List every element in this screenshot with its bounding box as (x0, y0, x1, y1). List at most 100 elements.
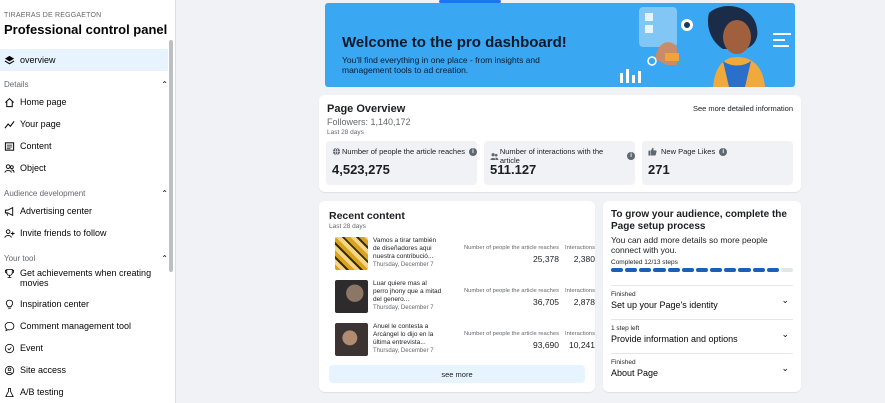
progress-segment (710, 268, 723, 272)
step-label: Provide information and options (611, 334, 738, 344)
chevron-down-icon[interactable]: ⌄ (781, 295, 789, 306)
metric-value: 271 (648, 162, 670, 177)
sidebar-item-comment-management[interactable]: Comment management tool (0, 315, 168, 337)
home-icon (4, 97, 15, 108)
section-label: Details (4, 80, 29, 89)
setup-progress-label: Completed 12/13 steps (611, 259, 678, 266)
sidebar-item-event[interactable]: Event (0, 337, 168, 359)
metric-reach[interactable]: Number of people the article reaches i 4… (326, 141, 477, 185)
section-label: Your tool (4, 254, 36, 263)
chevron-up-icon: ⌃ (161, 80, 168, 89)
sidebar-item-label: Invite friends to follow (20, 228, 107, 238)
interactions-value: 2,380 (573, 254, 595, 264)
chevron-down-icon[interactable]: ⌄ (781, 329, 789, 340)
sidebar-item-home-page[interactable]: Home page (0, 91, 168, 113)
sidebar-item-advertising-center[interactable]: Advertising center (0, 200, 168, 222)
date-range: Last 28 days (327, 129, 364, 136)
progress-segment (738, 268, 751, 272)
progress-segment (724, 268, 737, 272)
page-overview-title: Page Overview (327, 103, 406, 115)
setup-title: To grow your audience, complete the Page… (611, 209, 787, 232)
section-label: Audience development (4, 189, 86, 198)
interactions-value: 2,878 (573, 297, 595, 307)
sidebar-item-label: Home page (20, 97, 67, 107)
post-thumbnail (335, 280, 368, 313)
bulb-icon (4, 299, 15, 310)
page-name: TIRAERAS DE REGGAETON (4, 12, 102, 19)
sidebar-item-label: Advertising center (20, 206, 93, 216)
sidebar-item-label: Site access (20, 365, 67, 375)
banner-illustration (620, 6, 791, 87)
progress-segment (667, 268, 680, 272)
post-date: Thursday, December 7 (373, 305, 434, 311)
see-more-details-link[interactable]: See more detailed information (693, 104, 793, 113)
see-more-button[interactable]: see more (329, 365, 585, 383)
chevron-up-icon: ⌃ (161, 189, 168, 198)
content-row[interactable]: Luar quiere mas al perro jhony que a mit… (335, 280, 595, 314)
content-row[interactable]: Vamos a tirar también de diseñadores aqu… (335, 237, 595, 271)
content-row[interactable]: Anuel le contesta a Arcángel lo dijo en … (335, 323, 595, 357)
progress-segment (695, 268, 709, 272)
sidebar-item-inspiration-center[interactable]: Inspiration center (0, 293, 168, 315)
flask-icon (4, 387, 15, 398)
interactions-value: 10,241 (569, 340, 595, 350)
info-icon[interactable]: i (719, 147, 728, 156)
interactions-label: Interactions (565, 331, 595, 337)
progress-segment (611, 268, 624, 272)
progress-segment (653, 268, 666, 272)
sidebar-item-label: overview (20, 55, 56, 65)
setup-progress-bar (611, 268, 794, 273)
section-audience-header[interactable]: Audience development ⌃ (4, 189, 168, 198)
globe-icon (332, 147, 341, 156)
metric-new-likes[interactable]: New Page Likes i 271 (642, 141, 793, 185)
interactions-label: Interactions (565, 288, 595, 294)
sidebar: TIRAERAS DE REGGAETON Professional contr… (0, 0, 176, 403)
sidebar-title: Professional control panel (4, 22, 168, 37)
chevron-down-icon[interactable]: ⌄ (781, 363, 789, 374)
setup-step[interactable]: Finished Set up your Page's identity ⌄ (611, 285, 793, 315)
setup-step[interactable]: 1 step left Provide information and opti… (611, 319, 793, 349)
people-icon (4, 163, 15, 174)
trend-icon (4, 119, 15, 130)
info-icon[interactable]: i (627, 152, 635, 160)
info-icon[interactable]: i (469, 147, 477, 156)
sidebar-item-site-access[interactable]: Site access (0, 359, 168, 381)
metric-interactions[interactable]: Number of interactions with the article … (484, 141, 635, 185)
reach-label: Number of people the article reaches (463, 245, 559, 251)
banner-text: You'll find everything in one place - fr… (342, 55, 540, 75)
sidebar-item-label: Object (20, 163, 47, 173)
followers-count: Followers: 1,140,172 (327, 117, 411, 127)
sidebar-item-label: Get achievements when creating movies (20, 268, 152, 288)
main-content: Welcome to the pro dashboard! You'll fin… (177, 0, 885, 403)
sidebar-item-your-page[interactable]: Your page (0, 113, 168, 135)
sidebar-item-object[interactable]: Object (0, 157, 168, 179)
sidebar-item-invite-friends[interactable]: Invite friends to follow (0, 222, 168, 244)
sidebar-item-label: Inspiration center (20, 299, 90, 309)
metric-value: 511.127 (490, 162, 537, 177)
invite-icon (4, 228, 15, 239)
post-text: Anuel le contesta a Arcángel lo dijo en … (373, 323, 434, 347)
megaphone-icon (4, 206, 15, 217)
progress-segment (766, 268, 779, 272)
sidebar-item-ab-testing[interactable]: A/B testing (0, 381, 168, 403)
reach-label: Number of people the article reaches (463, 331, 559, 337)
recent-content-title: Recent content (329, 210, 405, 222)
page-overview-card: Page Overview See more detailed informat… (319, 95, 801, 192)
content-icon (4, 141, 15, 152)
page-setup-card: To grow your audience, complete the Page… (603, 201, 801, 392)
reach-value: 36,705 (533, 297, 559, 307)
post-date: Thursday, December 7 (373, 262, 434, 268)
progress-segment (752, 268, 765, 272)
setup-step[interactable]: Finished About Page ⌄ (611, 353, 793, 383)
sidebar-scrollbar[interactable] (169, 40, 173, 272)
sidebar-item-overview[interactable]: overview (0, 49, 168, 71)
sidebar-item-achievements[interactable]: Get achievements when creating movies (0, 266, 168, 292)
recent-content-card: Recent content Last 28 days Vamos a tira… (319, 201, 595, 392)
section-tools-header[interactable]: Your tool ⌃ (4, 254, 168, 263)
progress-segment (639, 268, 652, 272)
post-text: Vamos a tirar también de diseñadores aqu… (373, 237, 437, 261)
metric-value: 4,523,275 (332, 162, 390, 177)
comment-icon (4, 321, 15, 332)
sidebar-item-content[interactable]: Content (0, 135, 168, 157)
section-details-header[interactable]: Details ⌃ (4, 80, 168, 89)
